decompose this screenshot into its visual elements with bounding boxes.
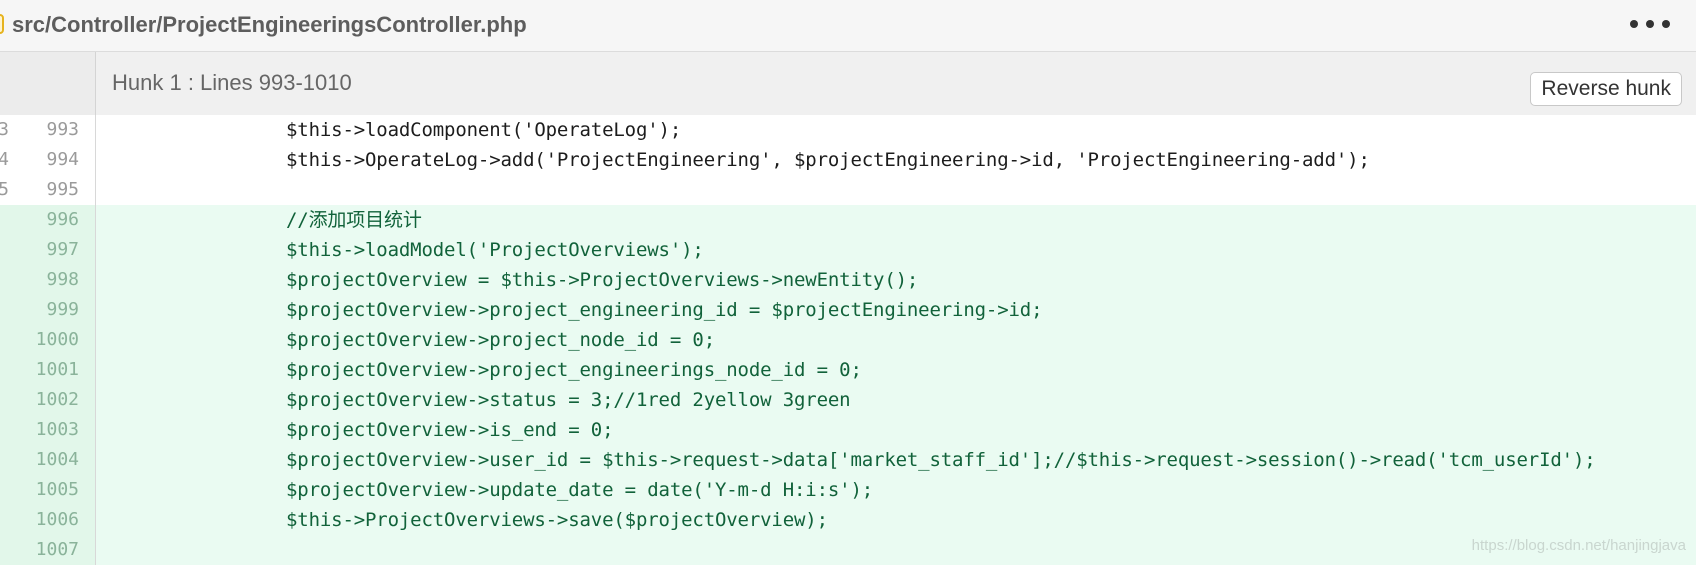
old-line-number: 5 (0, 175, 9, 205)
file-header: src/Controller/ProjectEngineeringsContro… (0, 0, 1696, 52)
diff-line-added[interactable]: 997 $this->loadModel('ProjectOverviews'); (0, 235, 1696, 265)
line-number-gutter: 3 993 (0, 115, 96, 145)
code-text: $projectOverview->user_id = $this->reque… (286, 445, 1596, 475)
new-line-number: 994 (46, 145, 79, 175)
diff-line-added[interactable]: 1005 $projectOverview->update_date = date… (0, 475, 1696, 505)
code-text: //添加项目统计 (286, 205, 422, 235)
line-number-gutter: 1006 (0, 505, 96, 535)
line-number-gutter: 997 (0, 235, 96, 265)
php-file-icon (0, 14, 4, 34)
diff-line-context[interactable]: 5 995 (0, 175, 1696, 205)
line-number-gutter: 1004 (0, 445, 96, 475)
code-text: $projectOverview->update_date = date('Y-… (286, 475, 873, 505)
code-text: $this->loadComponent('OperateLog'); (286, 115, 681, 145)
file-path[interactable]: src/Controller/ProjectEngineeringsContro… (12, 11, 527, 39)
reverse-hunk-button[interactable]: Reverse hunk (1530, 72, 1682, 106)
diff-line-added[interactable]: 1000 $projectOverview->project_node_id = … (0, 325, 1696, 355)
line-number-gutter: 1000 (0, 325, 96, 355)
line-number-gutter: 1003 (0, 415, 96, 445)
line-number-gutter: 998 (0, 265, 96, 295)
code-text: $this->loadModel('ProjectOverviews'); (286, 235, 704, 265)
code-text: $projectOverview->is_end = 0; (286, 415, 613, 445)
new-line-number: 1004 (36, 445, 79, 475)
new-line-number: 1000 (36, 325, 79, 355)
line-number-gutter: 4 994 (0, 145, 96, 175)
watermark: https://blog.csdn.net/hanjingjava (1472, 537, 1686, 554)
diff-line-added[interactable]: 1006 $this->ProjectOverviews->save($proje… (0, 505, 1696, 535)
old-line-number: 3 (0, 115, 9, 145)
new-line-number: 993 (46, 115, 79, 145)
diff-line-added[interactable]: 1003 $projectOverview->is_end = 0; (0, 415, 1696, 445)
code-text: $projectOverview->project_engineerings_n… (286, 355, 862, 385)
line-number-gutter: 999 (0, 295, 96, 325)
code-text: $projectOverview->project_node_id = 0; (286, 325, 715, 355)
line-number-gutter: 996 (0, 205, 96, 235)
new-line-number: 1002 (36, 385, 79, 415)
code-text: $projectOverview->status = 3;//1red 2yel… (286, 385, 850, 415)
new-line-number: 1001 (36, 355, 79, 385)
code-text: $projectOverview->project_engineering_id… (286, 295, 1042, 325)
diff-line-added[interactable]: 1004 $projectOverview->user_id = $this->r… (0, 445, 1696, 475)
diff-line-context[interactable]: 3 993 $this->loadComponent('OperateLog'); (0, 115, 1696, 145)
new-line-number: 1007 (36, 535, 79, 565)
new-line-number: 997 (46, 235, 79, 265)
diff-line-context[interactable]: 4 994 $this->OperateLog->add('ProjectEngin… (0, 145, 1696, 175)
hunk-header: Hunk 1 : Lines 993-1010 Reverse hunk (0, 52, 1696, 115)
ellipsis-icon (1646, 20, 1654, 28)
diff-code-area: 3993$this->loadComponent('OperateLog');4… (0, 115, 1696, 562)
new-line-number: 1003 (36, 415, 79, 445)
ellipsis-icon (1662, 20, 1670, 28)
more-options-button[interactable] (1630, 10, 1670, 38)
new-line-number: 1006 (36, 505, 79, 535)
code-text: $this->OperateLog->add('ProjectEngineeri… (286, 145, 1370, 175)
new-line-number: 999 (46, 295, 79, 325)
line-number-gutter: 1002 (0, 385, 96, 415)
diff-line-added[interactable]: 1001 $projectOverview->project_engineerin… (0, 355, 1696, 385)
hunk-gutter (0, 52, 96, 115)
line-number-gutter: 1001 (0, 355, 96, 385)
line-number-gutter: 1005 (0, 475, 96, 505)
diff-line-added[interactable]: 996 //添加项目统计 (0, 205, 1696, 235)
new-line-number: 998 (46, 265, 79, 295)
diff-line-added[interactable]: 1002 $projectOverview->status = 3;//1red … (0, 385, 1696, 415)
hunk-title: Hunk 1 : Lines 993-1010 (112, 68, 352, 98)
new-line-number: 995 (46, 175, 79, 205)
code-text: $this->ProjectOverviews->save($projectOv… (286, 505, 828, 535)
old-line-number: 4 (0, 145, 9, 175)
diff-line-added[interactable]: 1007 (0, 535, 1696, 565)
line-number-gutter: 1007 (0, 535, 96, 565)
diff-line-added[interactable]: 998 $projectOverview = $this->ProjectOver… (0, 265, 1696, 295)
code-text: $projectOverview = $this->ProjectOvervie… (286, 265, 918, 295)
new-line-number: 996 (46, 205, 79, 235)
diff-line-added[interactable]: 999 $projectOverview->project_engineering… (0, 295, 1696, 325)
new-line-number: 1005 (36, 475, 79, 505)
ellipsis-icon (1630, 20, 1638, 28)
line-number-gutter: 5 995 (0, 175, 96, 205)
